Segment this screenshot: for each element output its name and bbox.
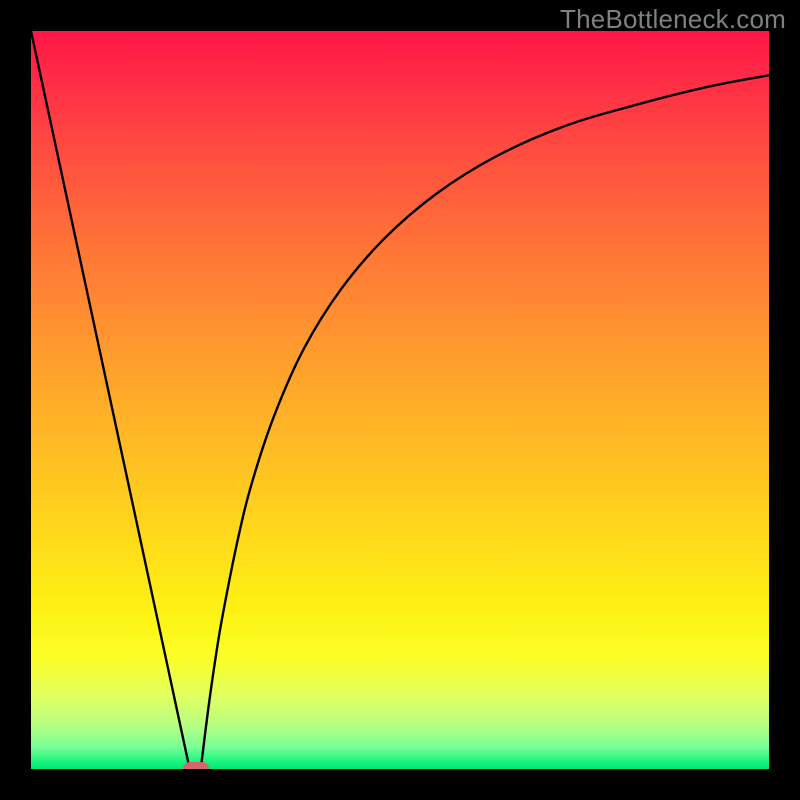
- plot-area: [31, 31, 769, 769]
- attribution-text: TheBottleneck.com: [560, 4, 786, 35]
- bottleneck-curve: [31, 31, 769, 769]
- curve-svg: [31, 31, 769, 769]
- optimal-marker: [183, 762, 209, 769]
- chart-frame: TheBottleneck.com: [0, 0, 800, 800]
